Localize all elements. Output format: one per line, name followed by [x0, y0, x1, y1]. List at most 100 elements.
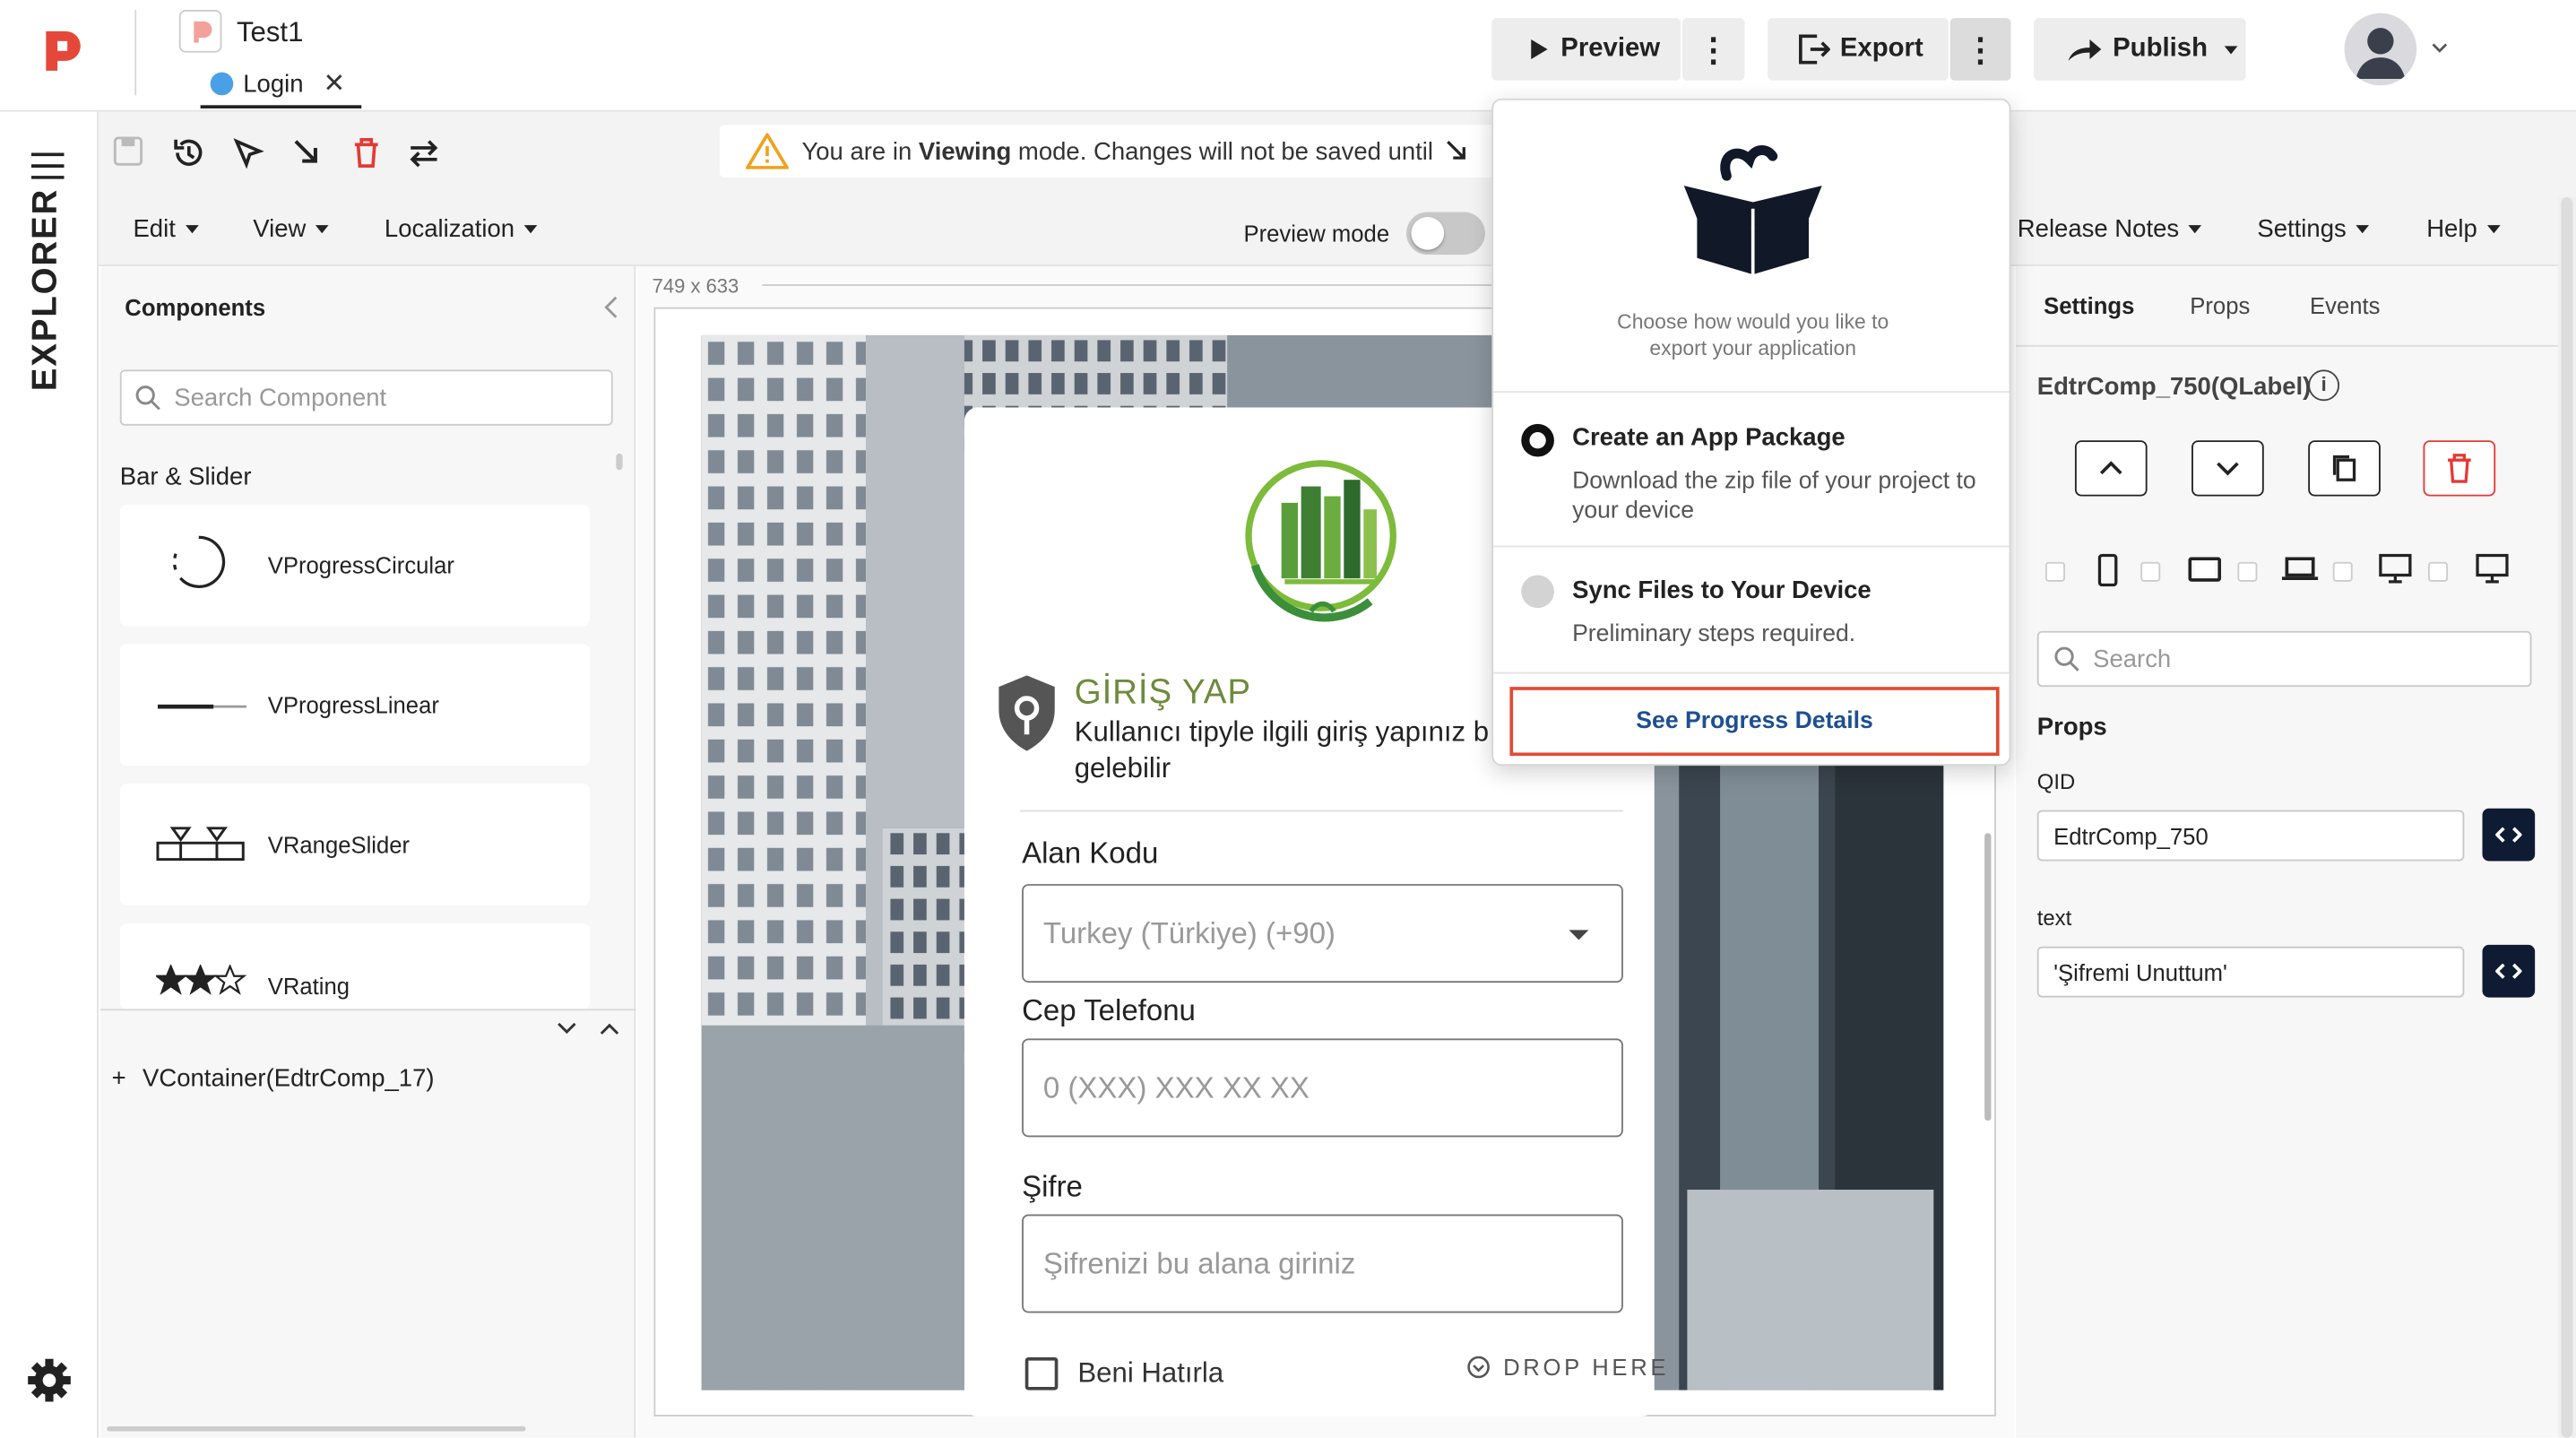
phone-input[interactable]: 0 (XXX) XXX XX XX [1022, 1038, 1623, 1138]
mobile-icon[interactable] [2097, 553, 2118, 587]
component-vprogresscircular[interactable]: VProgressCircular [119, 504, 591, 627]
radio-selected[interactable] [1521, 423, 1554, 457]
chevron-up-icon[interactable] [600, 1022, 619, 1035]
export-description: Choose how would you like to export your… [1617, 310, 1889, 360]
preview-mode-toggle[interactable] [1405, 212, 1485, 256]
vertical-scrollbar[interactable] [1984, 833, 1992, 1122]
save-icon[interactable] [112, 134, 148, 170]
form-subtitle: Kullanıcı tipyle ilgili giriş yapınız b [1074, 716, 1490, 748]
drop-here-zone[interactable]: DROP HERE [1467, 1354, 1669, 1381]
component-vrating[interactable]: VRating [119, 923, 591, 1009]
props-heading: Props [2036, 713, 2107, 741]
device-checkbox[interactable] [2428, 561, 2449, 582]
tab-login[interactable]: Login ✕ [200, 63, 362, 108]
more-vertical-icon: ⋮ [1697, 31, 1731, 69]
toolbar: You are in Viewing mode. Changes will no… [98, 111, 2576, 195]
warning-icon [746, 133, 789, 169]
app-logo-icon[interactable] [39, 26, 89, 75]
collapse-panel-icon[interactable] [603, 296, 619, 319]
code-button[interactable] [2482, 808, 2536, 862]
move-down-icon [1443, 136, 1473, 166]
device-checkbox[interactable] [2237, 561, 2258, 582]
menu-help[interactable]: Help [2426, 215, 2501, 243]
page-icon [210, 72, 234, 96]
menu-release-notes[interactable]: Release Notes [2018, 215, 2202, 243]
export-menu: Choose how would you like to export your… [1491, 98, 2011, 767]
option-create-package[interactable]: Create an App Package Download the zip f… [1493, 393, 2010, 545]
chevron-down-icon[interactable] [557, 1022, 576, 1035]
swap-icon[interactable] [406, 134, 442, 170]
menu-bar: Edit View Localization Preview mode Rele… [98, 194, 2576, 266]
project-name: Test1 [236, 16, 304, 48]
search-component-input[interactable]: Search Component [119, 369, 613, 426]
horizontal-scrollbar[interactable] [107, 1425, 526, 1432]
select-parent-icon[interactable] [230, 134, 266, 170]
open-box-icon [1674, 143, 1832, 277]
chevron-down-icon [2189, 225, 2202, 234]
move-down-icon[interactable] [290, 134, 325, 170]
menu-view[interactable]: View [253, 215, 330, 243]
tree-item[interactable]: + VContainer(EdtrComp_17) [112, 1065, 435, 1093]
chevron-down-icon[interactable] [2432, 43, 2448, 55]
code-icon [2495, 961, 2522, 981]
tab-settings[interactable]: Settings [2044, 292, 2134, 318]
delete-button[interactable] [2423, 440, 2496, 497]
right-scrollbar[interactable] [2561, 196, 2573, 1438]
text-input[interactable]: 'Şifremi Unuttum' [2036, 946, 2465, 998]
delete-icon[interactable] [349, 134, 385, 170]
menu-edit[interactable]: Edit [133, 215, 199, 243]
preview-more-button[interactable]: ⋮ [1681, 18, 1745, 81]
tablet-icon[interactable] [2188, 557, 2222, 582]
avatar[interactable] [2344, 13, 2417, 86]
password-input[interactable]: Şifrenizi bu alana giriniz [1022, 1214, 1623, 1313]
remember-label: Beni Hatırla [1077, 1356, 1224, 1389]
export-button[interactable]: Export [1768, 18, 1949, 81]
close-icon[interactable]: ✕ [324, 67, 346, 100]
export-icon [1797, 34, 1830, 65]
desktop-icon[interactable] [2379, 553, 2412, 584]
remember-checkbox[interactable] [1024, 1356, 1059, 1390]
tab-props[interactable]: Props [2190, 292, 2250, 318]
qid-input[interactable]: EdtrComp_750 [2036, 810, 2465, 862]
radio-unselected[interactable] [1521, 575, 1554, 609]
props-search-input[interactable]: Search [2036, 630, 2532, 688]
preview-button[interactable]: Preview [1491, 18, 1681, 81]
chevron-down-icon [2486, 225, 2501, 234]
search-icon [134, 385, 160, 411]
option-sync-files[interactable]: Sync Files to Your Device Preliminary st… [1493, 547, 2010, 671]
menu-settings[interactable]: Settings [2257, 215, 2370, 243]
scrollbar[interactable] [616, 453, 623, 471]
see-progress-details-button[interactable]: See Progress Details [1509, 687, 2000, 757]
publish-button[interactable]: Publish [2034, 18, 2246, 81]
form-title: GİRİŞ YAP [1074, 673, 1251, 712]
info-icon[interactable]: i [2308, 369, 2340, 402]
expand-icon[interactable]: + [112, 1065, 126, 1093]
device-checkbox[interactable] [2140, 561, 2161, 582]
right-scrollbar-track [2557, 196, 2576, 1438]
canvas-size-label: 749 x 633 [652, 274, 739, 298]
code-button[interactable] [2482, 944, 2536, 998]
code-icon [2495, 825, 2522, 845]
duplicate-button[interactable] [2308, 440, 2381, 497]
component-vprogresslinear[interactable]: VProgressLinear [119, 644, 591, 767]
laptop-icon[interactable] [2281, 557, 2319, 581]
component-vrangeslider[interactable]: VRangeSlider [119, 784, 591, 905]
properties-panel: Settings Props Events EdtrComp_750(QLabe… [2015, 196, 2576, 1438]
gear-icon[interactable] [26, 1357, 72, 1403]
move-down-button[interactable] [2191, 440, 2264, 497]
device-checkbox[interactable] [2044, 561, 2065, 582]
move-up-button[interactable] [2074, 440, 2148, 497]
chevron-down-icon [2356, 225, 2370, 234]
history-icon[interactable] [171, 134, 207, 170]
menu-localization[interactable]: Localization [385, 215, 538, 243]
preview-mode-label: Preview mode [1243, 220, 1390, 247]
play-icon [1531, 39, 1548, 59]
export-more-button[interactable]: ⋮ [1949, 18, 2011, 81]
star-rating-icon [156, 964, 248, 1001]
hamburger-icon[interactable] [30, 152, 67, 179]
monitor-icon[interactable] [2476, 553, 2509, 584]
area-code-select[interactable]: Turkey (Türkiye) (+90) [1022, 884, 1623, 983]
tab-events[interactable]: Events [2310, 292, 2380, 318]
device-checkbox[interactable] [2332, 561, 2353, 582]
component-title: EdtrComp_750(QLabel) [2036, 373, 2312, 402]
